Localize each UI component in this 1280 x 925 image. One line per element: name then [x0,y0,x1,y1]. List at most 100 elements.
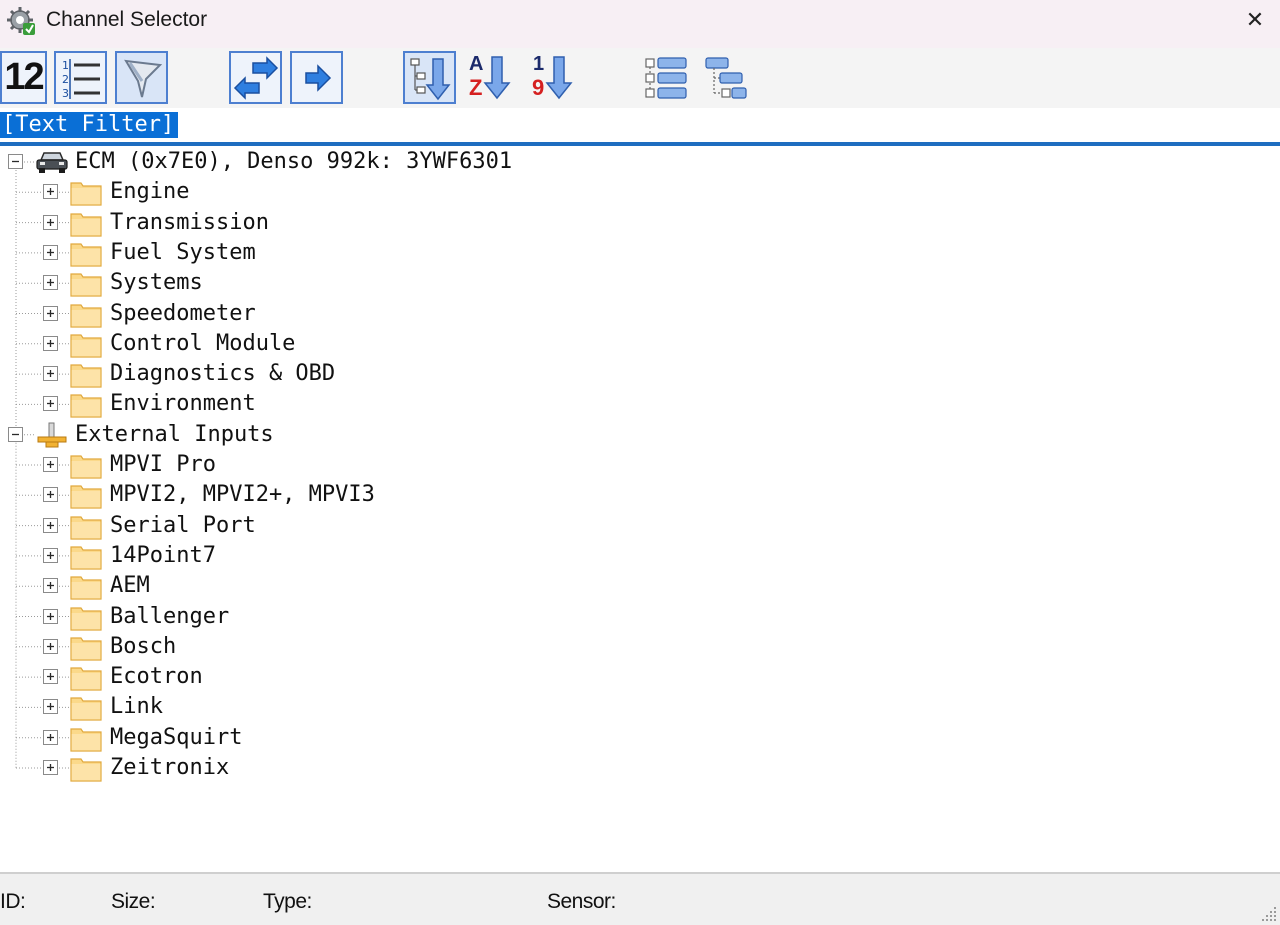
folder-icon [70,758,102,782]
folder-icon [70,364,102,388]
tree-folder-item[interactable]: 14Point7 [110,541,216,571]
expand-tree-icon [644,56,687,99]
plus-icon [47,309,54,317]
folder-icon [70,334,102,358]
tree-folder-item[interactable]: MPVI Pro [110,450,216,480]
plus-icon [47,612,54,620]
sort-numeric-button[interactable]: 1 9 [526,51,579,104]
numbers-12-icon: 12 [4,56,44,98]
channel-tree[interactable]: ECM (0x7E0), Denso 992k: 3YWF6301 Engine T… [0,146,1280,872]
toolbar: 12 1 2 3 A Z 1 9 [0,48,1280,108]
plus-icon [47,673,54,681]
tree-folder-expander[interactable] [43,760,58,775]
minus-icon [12,433,19,435]
tree-node-external-inputs-label[interactable]: External Inputs [75,420,274,450]
plus-icon [47,339,54,347]
tree-folder-item[interactable]: MPVI2, MPVI2+, MPVI3 [110,480,375,510]
tree-folder-item[interactable]: Fuel System [110,238,256,268]
tree-folder-item[interactable]: Zeitronix [110,753,229,783]
tree-folder-expander[interactable] [43,487,58,503]
folder-icon [70,212,102,237]
tree-folder-item[interactable]: Control Module [110,329,295,359]
tree-folder-expander[interactable] [43,517,58,533]
plus-icon [47,400,54,408]
tree-folder-item[interactable]: Ballenger [110,602,229,632]
tree-folder-expander[interactable] [43,547,58,563]
tree-folder-expander[interactable] [43,669,58,685]
tree-node-external-inputs-expander[interactable] [8,426,23,442]
swap-button[interactable] [229,51,282,104]
status-sensor-label: Sensor: [547,890,616,913]
tree-folder-item[interactable]: Speedometer [110,299,256,329]
tree-folder-expander[interactable] [43,275,58,291]
folder-icon [70,485,102,509]
svg-text:1: 1 [62,59,69,72]
tree-folder-item[interactable]: Transmission [110,208,269,238]
tree-folder-expander[interactable] [43,184,58,200]
folder-icon [70,606,102,631]
tree-folder-expander[interactable] [43,457,58,472]
tree-folder-expander[interactable] [43,729,58,745]
sort-z-letter: Z [469,75,483,100]
tree-folder-item[interactable]: Serial Port [110,511,256,541]
text-filter-selection[interactable]: [Text Filter] [0,112,179,138]
tree-folder-expander[interactable] [43,305,58,321]
goto-button[interactable] [290,51,343,104]
title-bar: Channel Selector ✕ [0,0,1280,48]
folder-icon [70,455,102,479]
sort-alpha-button[interactable]: A Z [464,51,517,104]
collapse-all-button[interactable] [700,51,753,104]
car-icon [36,152,68,173]
tree-folder-item[interactable]: Diagnostics & OBD [110,359,335,389]
tree-folder-item[interactable]: Engine [110,177,189,207]
tree-folder-expander[interactable] [43,335,58,351]
tree-folder-item[interactable]: Link [110,692,163,722]
folder-icon [70,637,102,661]
sort-a-letter: A [469,53,484,75]
numbered-list-icon: 1 2 3 [62,58,100,100]
plus-icon [47,703,54,711]
list-view-button[interactable]: 1 2 3 [54,51,107,104]
close-button[interactable]: ✕ [1230,0,1280,40]
plus-icon [47,370,54,378]
tree-folder-item[interactable]: MegaSquirt [110,723,242,753]
folder-icon [70,667,102,691]
sort-tree-down-icon [409,57,451,100]
plus-icon [47,188,54,196]
tree-folder-expander[interactable] [43,699,58,715]
text-filter-row: [Text Filter] [0,108,1280,146]
tree-folder-item[interactable]: AEM [110,571,150,601]
folder-icon [70,243,102,267]
plus-icon [47,491,54,499]
filter-button[interactable] [115,51,168,104]
tree-folder-expander[interactable] [43,608,58,624]
status-type-label: Type: [263,890,312,913]
collapse-tree-icon [704,56,747,99]
gear-app-icon [7,7,35,35]
tree-folder-item[interactable]: Ecotron [110,662,203,692]
tree-node-ecm-label[interactable]: ECM (0x7E0), Denso 992k: 3YWF6301 [75,147,512,177]
resize-grip-icon[interactable] [1258,903,1278,923]
tree-folder-expander[interactable] [43,578,58,594]
tree-folder-item[interactable]: Systems [110,268,203,298]
tree-folder-item[interactable]: Environment [110,389,256,419]
status-id-label: ID: [0,890,26,913]
show-ids-button[interactable]: 12 [0,51,47,104]
tree-folder-expander[interactable] [43,244,58,260]
sort-9-digit: 9 [532,75,545,100]
tree-node-ecm-expander[interactable] [8,154,23,169]
tree-folder-expander[interactable] [43,396,58,412]
sort-tree-button[interactable] [403,51,456,104]
folder-icon [70,728,102,752]
expand-all-button[interactable] [640,51,693,104]
sort-1-digit: 1 [533,53,545,75]
text-filter-input[interactable] [0,112,1280,138]
tree-folder-expander[interactable] [43,366,58,382]
swap-arrows-icon [233,55,278,100]
tree-folder-expander[interactable] [43,214,58,230]
folder-icon [70,546,102,570]
tree-folder-expander[interactable] [43,638,58,654]
filter-funnel-icon [123,59,162,97]
tree-folder-item[interactable]: Bosch [110,632,176,662]
plus-icon [47,248,54,256]
